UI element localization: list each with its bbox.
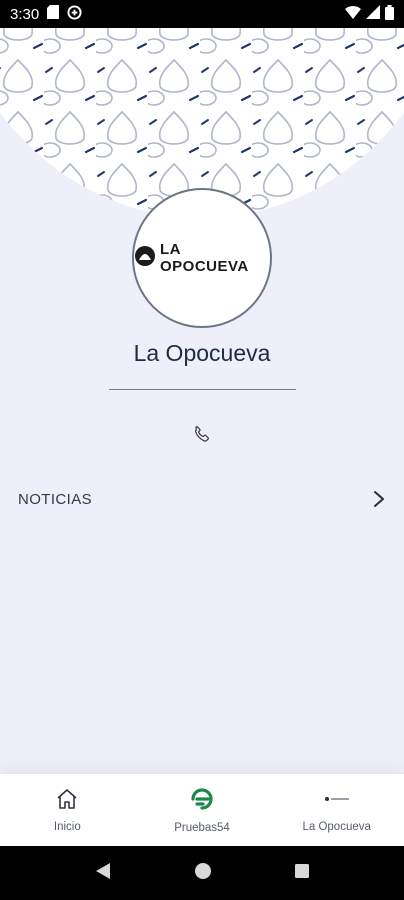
menu-item-label: NOTICIAS xyxy=(18,490,93,508)
pruebas54-logo-icon xyxy=(189,787,215,816)
nav-label-la-opocueva: La Opocueva xyxy=(302,820,371,833)
battery-icon xyxy=(385,4,394,24)
menu-item-noticias[interactable]: NOTICIAS xyxy=(0,480,404,518)
status-time: 3:30 xyxy=(10,5,40,23)
wifi-icon xyxy=(345,5,361,23)
status-bar: 3:30 xyxy=(0,0,404,28)
nav-item-pruebas54[interactable]: Pruebas54 xyxy=(135,774,270,846)
home-circle-icon[interactable] xyxy=(194,862,212,885)
system-navigation-bar xyxy=(0,846,404,900)
bottom-navigation: Inicio Pruebas54 La Opocueva xyxy=(0,773,404,846)
nav-item-la-opocueva[interactable]: La Opocueva xyxy=(269,774,404,846)
nav-label-pruebas54: Pruebas54 xyxy=(174,821,230,834)
chevron-right-icon xyxy=(372,490,386,508)
data-saver-icon xyxy=(67,4,82,24)
opocueva-logo-icon xyxy=(323,788,351,815)
title-divider xyxy=(109,389,296,390)
profile-title: La Opocueva xyxy=(133,340,271,366)
sd-card-icon xyxy=(47,5,60,23)
phone-icon[interactable] xyxy=(192,425,212,445)
signal-icon xyxy=(366,5,380,23)
nav-item-inicio[interactable]: Inicio xyxy=(0,774,135,846)
back-icon[interactable] xyxy=(94,862,112,885)
recents-icon[interactable] xyxy=(294,863,310,884)
cave-emblem-icon xyxy=(134,245,156,272)
profile-logo-avatar: LA OPOCUEVA xyxy=(132,188,272,328)
profile-header: LA OPOCUEVA xyxy=(0,28,404,728)
logo-wordmark: LA OPOCUEVA xyxy=(160,241,249,275)
home-icon xyxy=(55,788,79,815)
nav-label-inicio: Inicio xyxy=(53,820,81,833)
